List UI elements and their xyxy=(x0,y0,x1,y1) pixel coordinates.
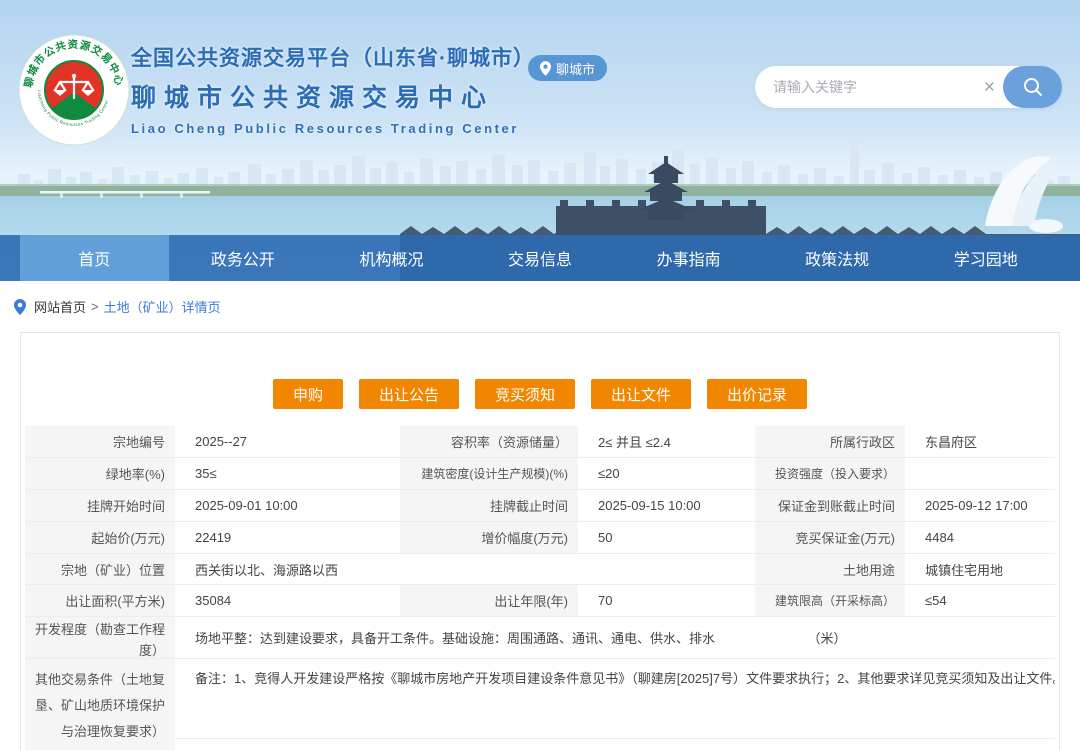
breadcrumb-separator: > xyxy=(91,299,99,314)
main-nav: 首页 政务公开 机构概况 交易信息 办事指南 政策法规 学习园地 xyxy=(0,235,1080,281)
label-starting-price: 起始价(万元) xyxy=(25,522,175,554)
label-increment: 增价幅度(万元) xyxy=(400,522,578,554)
transfer-documents-button[interactable]: 出让文件 xyxy=(591,379,692,409)
transfer-announcement-button[interactable]: 出让公告 xyxy=(358,379,459,409)
action-button-row: 申购 出让公告 竞买须知 出让文件 出价记录 xyxy=(21,379,1059,409)
value-building-density: ≤20 xyxy=(578,458,755,490)
location-pin-icon xyxy=(14,298,26,315)
label-bid-deposit: 竞买保证金(万元) xyxy=(755,522,905,554)
label-district: 所属行政区 xyxy=(755,426,905,458)
value-transfer-term: 70 xyxy=(578,585,755,617)
label-land-use: 土地用途 xyxy=(755,554,905,585)
nav-item-policies[interactable]: 政策法规 xyxy=(763,235,912,281)
land-detail-table: 宗地编号 2025--27 容积率（资源储量） 2≤ 并且 ≤2.4 所属行政区… xyxy=(25,426,1055,750)
nav-item-org-overview[interactable]: 机构概况 xyxy=(317,235,466,281)
nav-item-service-guide[interactable]: 办事指南 xyxy=(614,235,763,281)
label-transfer-term: 出让年限(年) xyxy=(400,585,578,617)
site-title-english: Liao Cheng Public Resources Trading Cent… xyxy=(131,121,520,136)
search-button[interactable] xyxy=(1003,66,1062,108)
value-height-unit-empty xyxy=(905,617,1055,659)
label-listing-end-time: 挂牌截止时间 xyxy=(400,490,578,522)
clear-icon[interactable]: × xyxy=(976,78,1003,97)
value-green-rate: 35≤ xyxy=(175,458,400,490)
value-land-use: 城镇住宅用地 xyxy=(905,554,1055,585)
label-parcel-location: 宗地（矿业）位置 xyxy=(25,554,175,585)
detail-card: 申购 出让公告 竞买须知 出让文件 出价记录 宗地编号 2025--27 容积率… xyxy=(20,332,1060,750)
location-badge[interactable]: 聊城市 xyxy=(528,55,608,81)
label-parcel-number: 宗地编号 xyxy=(25,426,175,458)
value-remarks: 备注：1、竞得人开发建设严格按《聊城市房地产开发项目建设条件意见书》（聊建房[2… xyxy=(175,659,1055,739)
value-transfer-area: 35084 xyxy=(175,585,400,617)
breadcrumb-home-link[interactable]: 网站首页 xyxy=(34,297,86,316)
site-titles: 全国公共资源交易平台（山东省·聊城市） 聊城市公共资源交易中心 Liao Che… xyxy=(131,42,535,136)
value-plot-ratio: 2≤ 并且 ≤2.4 xyxy=(578,426,755,458)
location-pin-icon xyxy=(540,60,551,76)
breadcrumb-current-page: 土地（矿业）详情页 xyxy=(103,300,221,315)
bidding-notice-button[interactable]: 竞买须知 xyxy=(474,379,575,409)
label-building-density: 建筑密度(设计生产规模)(%) xyxy=(400,458,578,490)
location-badge-label: 聊城市 xyxy=(556,61,596,77)
unit-meters-cell: （米） xyxy=(755,617,905,659)
value-parcel-location: 西关街以北、海源路以西 xyxy=(175,554,755,585)
value-parcel-number: 2025--27 xyxy=(175,426,400,458)
search-icon xyxy=(1023,78,1042,96)
site-title-platform: 全国公共资源交易平台（山东省·聊城市） xyxy=(131,47,535,70)
value-listing-end-time: 2025-09-15 10:00 xyxy=(578,490,755,522)
search-bar: × xyxy=(755,66,1062,108)
label-height-limit: 建筑限高（开采标高） xyxy=(755,585,905,617)
site-logo: 聊城市公共资源交易中心 Liaocheng Public Resources T… xyxy=(18,34,130,146)
value-bid-deposit: 4484 xyxy=(905,522,1055,554)
label-transfer-area: 出让面积(平方米) xyxy=(25,585,175,617)
nav-item-home[interactable]: 首页 xyxy=(20,235,169,281)
value-investment-intensity xyxy=(905,458,1055,490)
value-deposit-deadline: 2025-09-12 17:00 xyxy=(905,490,1055,522)
value-height-limit: ≤54 xyxy=(905,585,1055,617)
label-other-conditions: 其他交易条件（土地复垦、矿山地质环境保护与治理恢复要求） xyxy=(25,659,175,750)
value-district: 东昌府区 xyxy=(905,426,1055,458)
label-deposit-deadline: 保证金到账截止时间 xyxy=(755,490,905,522)
search-input[interactable] xyxy=(755,79,976,95)
label-development-level: 开发程度（勘查工作程度） xyxy=(25,617,175,659)
value-listing-start-time: 2025-09-01 10:00 xyxy=(175,490,400,522)
label-investment-intensity: 投资强度（投入要求） xyxy=(755,458,905,490)
logo-emblem-icon: 聊城市公共资源交易中心 Liaocheng Public Resources T… xyxy=(18,34,130,146)
value-development-level: 场地平整：达到建设要求，具备开工条件。基础设施：周围通路、通讯、通电、供水、排水 xyxy=(175,617,755,659)
site-title-center: 聊城市公共资源交易中心 xyxy=(131,84,495,112)
purchase-button[interactable]: 申购 xyxy=(272,379,343,409)
label-green-rate: 绿地率(%) xyxy=(25,458,175,490)
label-plot-ratio: 容积率（资源储量） xyxy=(400,426,578,458)
nav-item-trade-info[interactable]: 交易信息 xyxy=(466,235,615,281)
nav-item-learning[interactable]: 学习园地 xyxy=(911,235,1060,281)
nav-item-gov-disclosure[interactable]: 政务公开 xyxy=(169,235,318,281)
value-starting-price: 22419 xyxy=(175,522,400,554)
bid-records-button[interactable]: 出价记录 xyxy=(707,379,808,409)
value-increment: 50 xyxy=(578,522,755,554)
page: 聊城市公共资源交易中心 Liaocheng Public Resources T… xyxy=(0,0,1080,750)
breadcrumb: 网站首页 > 土地（矿业）详情页 xyxy=(0,281,1080,332)
table-filler-cell xyxy=(175,739,1055,750)
label-listing-start-time: 挂牌开始时间 xyxy=(25,490,175,522)
